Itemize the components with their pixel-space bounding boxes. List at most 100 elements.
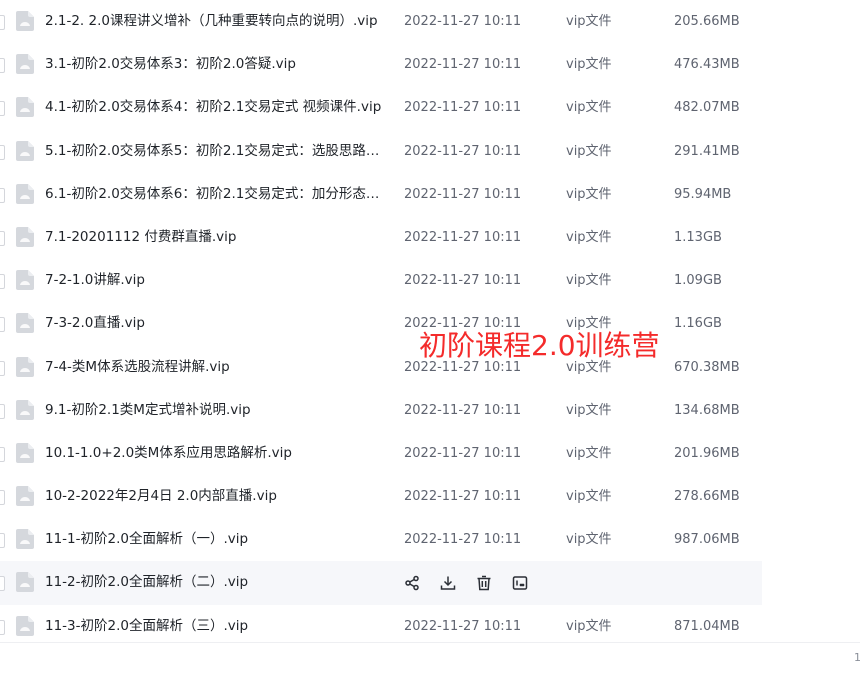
file-icon <box>16 11 34 31</box>
file-icon <box>16 486 34 507</box>
file-size: 1.13GB <box>674 229 722 245</box>
file-name[interactable]: 7-2-1.0讲解.vip <box>45 259 390 302</box>
file-type: vip文件 <box>566 445 612 461</box>
file-name[interactable]: 2.1-2. 2.0课程讲义增补（几种重要转向点的说明）.vip <box>45 0 390 43</box>
file-date: 2022-11-27 10:11 <box>404 445 522 461</box>
file-size: 987.06MB <box>674 532 740 548</box>
file-size: 1.09GB <box>674 273 722 289</box>
row-checkbox[interactable] <box>0 101 5 117</box>
file-type: vip文件 <box>566 186 612 202</box>
file-name[interactable]: 3.1-初阶2.0交易体系3：初阶2.0答疑.vip <box>45 43 390 86</box>
file-size: 1.16GB <box>674 316 722 332</box>
file-icon <box>16 270 34 291</box>
bottom-divider <box>0 642 860 643</box>
file-size: 205.66MB <box>674 14 740 29</box>
file-size: 482.07MB <box>674 100 740 116</box>
file-name[interactable]: 7.1-20201112 付费群直播.vip <box>45 216 390 259</box>
file-name[interactable]: 11-1-初阶2.0全面解析（一）.vip <box>45 518 390 561</box>
file-date: 2022-11-27 10:11 <box>404 273 522 289</box>
row-actions <box>403 573 547 593</box>
file-name[interactable]: 10-2-2022年2月4日 2.0内部直播.vip <box>45 475 390 518</box>
file-row-2[interactable]: 3.1-初阶2.0交易体系3：初阶2.0答疑.vip 2022-11-27 10… <box>0 43 762 86</box>
file-date: 2022-11-27 10:11 <box>404 229 522 245</box>
file-row-12[interactable]: 10-2-2022年2月4日 2.0内部直播.vip 2022-11-27 10… <box>0 475 762 518</box>
file-icon <box>16 529 34 550</box>
file-row-6[interactable]: 7.1-20201112 付费群直播.vip 2022-11-27 10:11 … <box>0 216 762 259</box>
file-row-14[interactable]: 11-2-初阶2.0全面解析（二）.vip <box>0 561 762 605</box>
file-icon <box>16 183 34 204</box>
file-icon <box>16 226 34 247</box>
file-date: 2022-11-27 10:11 <box>404 143 522 159</box>
file-row-1[interactable]: 2.1-2. 2.0课程讲义增补（几种重要转向点的说明）.vip 2022-11… <box>0 0 762 43</box>
row-checkbox[interactable] <box>0 230 5 246</box>
file-size: 291.41MB <box>674 143 740 159</box>
file-name[interactable]: 7-3-2.0直播.vip <box>45 302 390 345</box>
file-icon <box>16 356 34 377</box>
more-icon[interactable] <box>511 574 529 592</box>
row-checkbox[interactable] <box>0 446 5 462</box>
row-checkbox[interactable] <box>0 274 5 290</box>
row-checkbox[interactable] <box>0 58 5 74</box>
file-type: vip文件 <box>566 402 612 418</box>
file-icon <box>16 313 34 334</box>
file-name[interactable]: 5.1-初阶2.0交易体系5：初阶2.1交易定式：选股思路和步... <box>45 130 390 173</box>
file-icon <box>16 615 34 636</box>
file-date: 2022-11-27 10:11 <box>404 100 522 116</box>
row-checkbox[interactable] <box>0 533 5 549</box>
file-name[interactable]: 11-2-初阶2.0全面解析（二）.vip <box>45 561 390 604</box>
file-type: vip文件 <box>566 273 612 289</box>
file-row-5[interactable]: 6.1-初阶2.0交易体系6：初阶2.1交易定式：加分形态解说... 2022-… <box>0 173 762 216</box>
download-icon[interactable] <box>439 574 457 592</box>
file-row-13[interactable]: 11-1-初阶2.0全面解析（一）.vip 2022-11-27 10:11 v… <box>0 518 762 561</box>
file-icon <box>16 572 34 593</box>
file-row-11[interactable]: 10.1-1.0+2.0类M体系应用思路解析.vip 2022-11-27 10… <box>0 432 762 475</box>
file-size: 95.94MB <box>674 186 732 202</box>
file-size: 670.38MB <box>674 359 740 375</box>
row-checkbox[interactable] <box>0 187 5 203</box>
file-date: 2022-11-27 10:11 <box>404 532 522 548</box>
file-icon <box>16 54 34 75</box>
file-type: vip文件 <box>566 100 612 116</box>
row-checkbox[interactable] <box>0 144 5 160</box>
row-checkbox[interactable] <box>0 619 5 635</box>
file-type: vip文件 <box>566 14 612 29</box>
file-type: vip文件 <box>566 532 612 548</box>
file-date: 2022-11-27 10:11 <box>404 186 522 202</box>
file-type: vip文件 <box>566 143 612 159</box>
file-name[interactable]: 6.1-初阶2.0交易体系6：初阶2.1交易定式：加分形态解说... <box>45 173 390 216</box>
file-name[interactable]: 9.1-初阶2.1类M定式增补说明.vip <box>45 389 390 432</box>
file-name[interactable]: 10.1-1.0+2.0类M体系应用思路解析.vip <box>45 432 390 475</box>
file-size: 134.68MB <box>674 402 740 418</box>
file-date: 2022-11-27 10:11 <box>404 489 522 505</box>
file-size: 278.66MB <box>674 489 740 505</box>
file-icon <box>16 399 34 420</box>
file-date: 2022-11-27 10:11 <box>404 402 522 418</box>
file-date: 2022-11-27 10:11 <box>404 14 522 29</box>
file-browser: 2.1-2. 2.0课程讲义增补（几种重要转向点的说明）.vip 2022-11… <box>0 0 860 677</box>
page-indicator[interactable]: 1 <box>854 651 860 664</box>
row-checkbox[interactable] <box>0 360 5 376</box>
overlay-title: 初阶课程2.0训练营 <box>419 329 660 362</box>
share-icon[interactable] <box>403 574 421 592</box>
file-row-3[interactable]: 4.1-初阶2.0交易体系4：初阶2.1交易定式 视频课件.vip 2022-1… <box>0 86 762 129</box>
delete-icon[interactable] <box>475 574 493 592</box>
file-size: 476.43MB <box>674 57 740 73</box>
row-checkbox[interactable] <box>0 403 5 419</box>
file-name[interactable]: 7-4-类M体系选股流程讲解.vip <box>45 346 390 389</box>
file-row-7[interactable]: 7-2-1.0讲解.vip 2022-11-27 10:11 vip文件 1.0… <box>0 259 762 302</box>
row-checkbox[interactable] <box>0 490 5 506</box>
file-type: vip文件 <box>566 489 612 505</box>
file-icon <box>16 97 34 118</box>
row-checkbox[interactable] <box>0 15 5 30</box>
file-row-4[interactable]: 5.1-初阶2.0交易体系5：初阶2.1交易定式：选股思路和步... 2022-… <box>0 130 762 173</box>
file-size: 201.96MB <box>674 445 740 461</box>
file-type: vip文件 <box>566 229 612 245</box>
row-checkbox[interactable] <box>0 317 5 333</box>
file-type: vip文件 <box>566 57 612 73</box>
file-icon <box>16 140 34 161</box>
file-date: 2022-11-27 10:11 <box>404 57 522 73</box>
file-name[interactable]: 4.1-初阶2.0交易体系4：初阶2.1交易定式 视频课件.vip <box>45 86 390 129</box>
row-checkbox[interactable] <box>0 576 5 592</box>
file-row-10[interactable]: 9.1-初阶2.1类M定式增补说明.vip 2022-11-27 10:11 v… <box>0 389 762 432</box>
file-icon <box>16 442 34 463</box>
